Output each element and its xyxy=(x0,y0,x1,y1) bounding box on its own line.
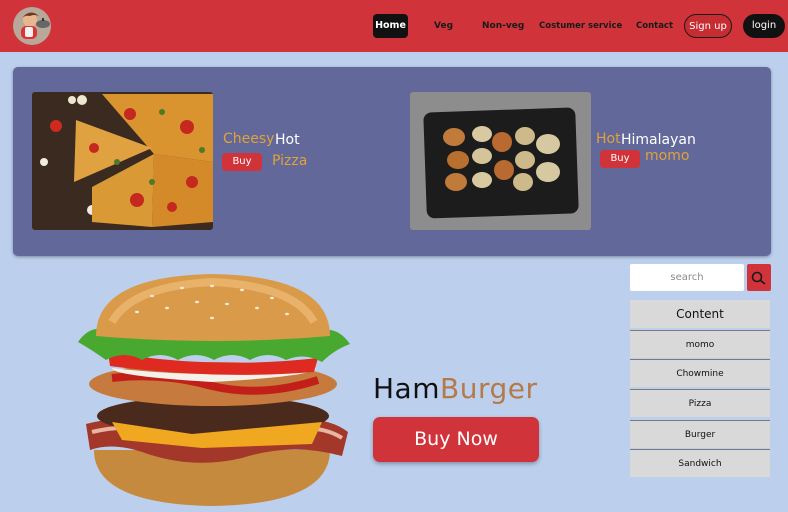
buy-now-button[interactable]: Buy Now xyxy=(373,417,539,462)
hero-title-part-2: Burger xyxy=(440,372,538,405)
pizza-word-1: Cheesy xyxy=(223,131,275,147)
search-input[interactable] xyxy=(630,264,744,291)
momo-word-2: Himalayan xyxy=(621,132,696,148)
hero-title-part-1: Ham xyxy=(373,372,440,405)
nav-nonveg[interactable]: Non-veg xyxy=(482,14,524,38)
pizza-image[interactable] xyxy=(32,92,213,230)
momo-image[interactable] xyxy=(410,92,591,230)
nav-customer-service[interactable]: Costumer service xyxy=(539,14,622,38)
category-item-burger[interactable]: Burger xyxy=(630,420,770,448)
category-item-pizza[interactable]: Pizza xyxy=(630,389,770,417)
category-item-chowmine[interactable]: Chowmine xyxy=(630,359,770,387)
nav-contact[interactable]: Contact xyxy=(636,14,673,38)
login-button[interactable]: login xyxy=(743,14,785,38)
featured-banner: Cheesy Hot Buy Pizza Hot Himalayan Buy m… xyxy=(13,67,771,256)
pizza-buy-button[interactable]: Buy xyxy=(222,153,262,171)
category-item-momo[interactable]: momo xyxy=(630,330,770,358)
nav-veg[interactable]: Veg xyxy=(434,14,453,38)
search-button[interactable] xyxy=(747,264,771,291)
top-nav: Home Veg Non-veg Costumer service Contac… xyxy=(0,0,788,52)
momo-buy-button[interactable]: Buy xyxy=(600,150,640,168)
momo-word-3: momo xyxy=(645,148,690,164)
momo-word-1: Hot xyxy=(596,131,621,147)
nav-home[interactable]: Home xyxy=(373,14,408,38)
content-heading: Content xyxy=(630,300,770,328)
category-item-sandwich[interactable]: Sandwich xyxy=(630,449,770,477)
pizza-word-3: Pizza xyxy=(272,153,308,169)
chef-mascot-icon[interactable] xyxy=(12,6,52,46)
signup-button[interactable]: Sign up xyxy=(684,14,732,38)
hero-title: HamBurger xyxy=(373,372,538,405)
search-icon xyxy=(751,271,766,285)
pizza-word-2: Hot xyxy=(275,132,300,148)
hamburger-image xyxy=(78,274,350,506)
